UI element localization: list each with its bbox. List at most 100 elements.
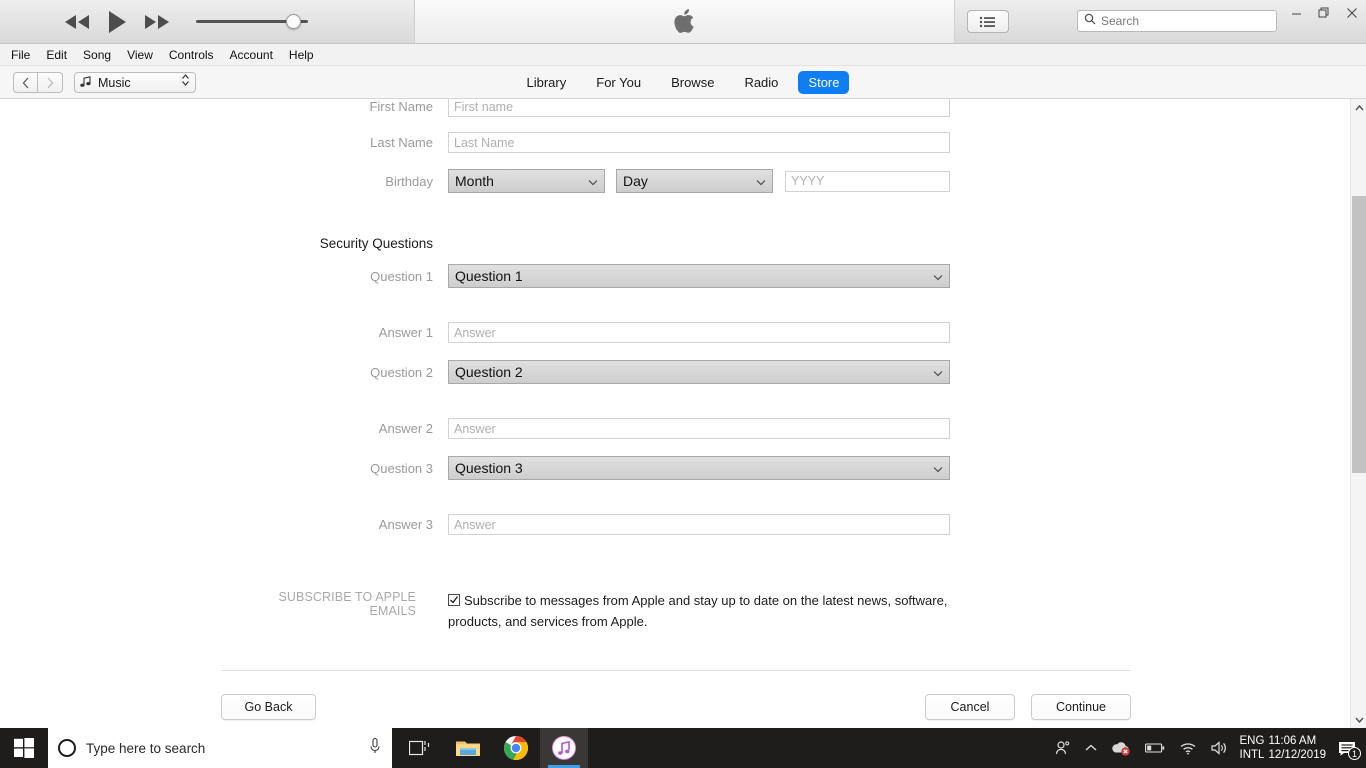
menu-item-account[interactable]: Account (230, 48, 273, 62)
menu-item-song[interactable]: Song (83, 48, 111, 62)
notification-count-badge: 1 (1348, 747, 1361, 760)
question-1-value: Question 1 (455, 268, 523, 284)
wifi-icon[interactable] (1172, 728, 1204, 768)
apple-logo (673, 7, 697, 36)
field-row-birthday: Birthday Month Day YYYY (248, 169, 950, 193)
cortana-circle-icon (58, 739, 76, 757)
subscribe-description: Subscribe to messages from Apple and sta… (448, 593, 948, 629)
speaker-icon[interactable] (1204, 728, 1236, 768)
answer-3-input[interactable]: Answer (448, 514, 950, 535)
chevron-down-icon (933, 460, 943, 476)
minimize-button[interactable] (1282, 0, 1310, 26)
window-controls (1282, 0, 1366, 26)
birthday-day-select[interactable]: Day (616, 169, 773, 193)
birthday-year-input[interactable]: YYYY (785, 170, 950, 192)
volume-slider[interactable] (196, 14, 308, 30)
close-button[interactable] (1338, 0, 1366, 26)
fast-forward-icon[interactable] (142, 13, 172, 31)
action-center-icon[interactable]: 1 (1334, 728, 1366, 768)
clock[interactable]: 11:06 AM 12/12/2019 (1264, 734, 1334, 762)
menu-item-controls[interactable]: Controls (169, 48, 214, 62)
language-line-1: ENG (1239, 735, 1265, 747)
maximize-restore-button[interactable] (1310, 0, 1338, 26)
microphone-icon[interactable] (368, 737, 382, 760)
footer-divider (221, 670, 1131, 671)
field-row-answer-2: Answer 2 Answer (248, 418, 950, 439)
now-playing-display (414, 0, 955, 43)
file-explorer-icon[interactable] (444, 728, 492, 768)
chevron-down-icon (588, 173, 598, 189)
taskbar-search-input[interactable]: Type here to search (48, 728, 392, 768)
security-questions-heading: Security Questions (319, 236, 433, 251)
windows-start-icon[interactable] (0, 728, 48, 768)
vertical-scrollbar[interactable] (1350, 99, 1366, 728)
field-row-question-3: Question 3 Question 3 (248, 456, 950, 480)
question-1-select[interactable]: Question 1 (448, 264, 950, 288)
tab-library[interactable]: Library (517, 71, 577, 94)
itunes-title-bar: Search (0, 0, 1366, 44)
first-name-label: First Name (369, 99, 433, 114)
menu-item-file[interactable]: File (11, 48, 30, 62)
rewind-icon[interactable] (62, 13, 92, 31)
windows-taskbar: Type here to search ENG INTL 11:06 AM 12… (0, 728, 1366, 768)
subscribe-checkbox[interactable] (448, 594, 460, 606)
menu-bar: File Edit Song View Controls Account Hel… (0, 44, 1366, 66)
people-icon[interactable] (1048, 728, 1078, 768)
birthday-month-value: Month (455, 173, 494, 189)
field-row-question-2: Question 2 Question 2 (248, 360, 950, 384)
answer-2-placeholder: Answer (454, 421, 496, 436)
play-icon[interactable] (106, 9, 128, 35)
volume-thumb[interactable] (286, 14, 301, 29)
tab-for-you[interactable]: For You (586, 71, 651, 94)
account-form: First Name First name Last Name Last Nam… (0, 99, 1350, 728)
continue-button[interactable]: Continue (1031, 694, 1131, 720)
last-name-input[interactable]: Last Name (448, 132, 950, 153)
menu-item-help[interactable]: Help (289, 48, 314, 62)
navigation-bar: Music Library For You Browse Radio Store (0, 66, 1366, 99)
tab-browse[interactable]: Browse (661, 71, 724, 94)
scroll-down-arrow-icon[interactable] (1351, 711, 1366, 728)
chevron-down-icon (756, 173, 766, 189)
itunes-icon[interactable] (540, 728, 588, 768)
scroll-up-arrow-icon[interactable] (1351, 99, 1366, 116)
question-3-select[interactable]: Question 3 (448, 456, 950, 480)
search-input[interactable]: Search (1077, 10, 1277, 32)
onedrive-error-icon[interactable] (1104, 728, 1138, 768)
list-view-icon[interactable] (967, 10, 1009, 33)
chevron-down-icon (933, 364, 943, 380)
task-view-icon[interactable] (396, 728, 444, 768)
cancel-button[interactable]: Cancel (925, 694, 1015, 720)
answer-2-input[interactable]: Answer (448, 418, 950, 439)
language-indicator[interactable]: ENG INTL (1236, 734, 1265, 762)
birthday-year-placeholder: YYYY (791, 174, 825, 188)
search-icon (1084, 12, 1096, 30)
battery-icon[interactable] (1138, 728, 1172, 768)
go-back-button[interactable]: Go Back (221, 694, 316, 720)
subscribe-checkbox-row[interactable]: Subscribe to messages from Apple and sta… (448, 590, 948, 632)
store-tabs: Library For You Browse Radio Store (0, 66, 1366, 99)
field-row-answer-3: Answer 3 Answer (248, 514, 950, 535)
answer-1-input[interactable]: Answer (448, 322, 950, 343)
birthday-label: Birthday (385, 173, 433, 189)
google-chrome-icon[interactable] (492, 728, 540, 768)
last-name-label: Last Name (370, 135, 433, 150)
question-2-select[interactable]: Question 2 (448, 360, 950, 384)
subscribe-section-label: SUBSCRIBE TO APPLE EMAILS (278, 590, 416, 618)
transport-controls (62, 4, 172, 40)
tab-radio[interactable]: Radio (734, 71, 788, 94)
search-placeholder: Search (1101, 14, 1140, 28)
question-3-label: Question 3 (370, 460, 433, 476)
account-creation-form-area: First Name First name Last Name Last Nam… (0, 99, 1350, 728)
question-1-label: Question 1 (370, 268, 433, 284)
tab-store[interactable]: Store (798, 71, 850, 94)
answer-2-label: Answer 2 (378, 421, 433, 436)
field-row-first-name: First Name First name (248, 99, 950, 117)
menu-item-edit[interactable]: Edit (46, 48, 67, 62)
field-row-last-name: Last Name Last Name (248, 132, 950, 153)
birthday-day-value: Day (623, 173, 648, 189)
show-hidden-icons-chevron[interactable] (1078, 728, 1104, 768)
first-name-input[interactable]: First name (448, 99, 950, 117)
birthday-month-select[interactable]: Month (448, 169, 605, 193)
menu-item-view[interactable]: View (127, 48, 153, 62)
scrollbar-thumb[interactable] (1352, 196, 1366, 473)
